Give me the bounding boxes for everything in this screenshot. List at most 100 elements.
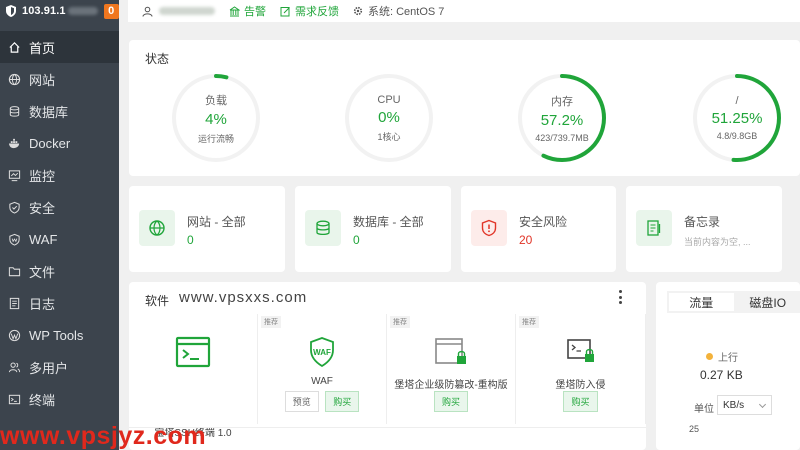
svg-text:WAF: WAF	[313, 348, 331, 357]
sidebar-item-database[interactable]: 数据库	[0, 95, 119, 127]
memo-name: 备忘录	[684, 215, 721, 229]
gauge-value: 57.2%	[540, 112, 584, 129]
sidebar-item-files[interactable]: 文件	[0, 255, 119, 287]
unit-select[interactable]: KB/s	[717, 395, 772, 415]
sidebar-item-multi-user[interactable]: 多用户	[0, 351, 119, 383]
sidebar-item-wp-tools[interactable]: WP Tools	[0, 319, 119, 351]
ip-blur	[67, 7, 98, 15]
buy-button[interactable]: 购买	[433, 391, 468, 412]
user-icon	[142, 6, 153, 17]
sidebar-item-docker[interactable]: Docker	[0, 127, 119, 159]
risk-overview-name: 安全风险	[519, 215, 568, 229]
recommend-tag: 推荐	[261, 316, 281, 328]
site-overview-count[interactable]: 0	[187, 233, 194, 247]
gauge-label: 内存	[551, 96, 573, 108]
traffic-panel: 流量 磁盘IO 上行 0.27 KB 单位 KB/s 25	[656, 282, 800, 450]
database-overview-card[interactable]: 数据库 - 全部 0	[295, 186, 451, 272]
risk-overview-count[interactable]: 20	[519, 233, 532, 247]
sidebar: 103.91.1 0 首页 网站 数据库 Docker 监控 安全 WAF 文件…	[0, 0, 119, 450]
buy-button[interactable]: 购买	[563, 391, 598, 412]
sidebar-item-logs[interactable]: 日志	[0, 287, 119, 319]
buy-button[interactable]: 购买	[325, 391, 360, 412]
recommend-tag: 推荐	[519, 316, 539, 328]
bank-icon	[229, 5, 240, 16]
log-icon	[8, 297, 21, 310]
tamper-proof-app-icon	[435, 338, 466, 364]
globe-icon	[139, 210, 175, 246]
site-overview-name: 网站 - 全部	[187, 215, 246, 229]
sidebar-item-home[interactable]: 首页	[0, 31, 119, 63]
site-overview-card[interactable]: 网站 - 全部 0	[129, 186, 285, 272]
sidebar-item-waf[interactable]: WAF	[0, 223, 119, 255]
app-intrusion-prevention[interactable]: 推荐 堡塔防入侵 购买	[516, 314, 646, 424]
database-overview-count[interactable]: 0	[353, 233, 360, 247]
app-name: WAF	[311, 376, 333, 387]
preview-button[interactable]: 预览	[284, 391, 319, 412]
database-icon	[8, 105, 21, 118]
memo-note: 当前内容为空, ...	[684, 237, 751, 247]
tab-disk-io[interactable]: 磁盘IO	[736, 291, 800, 313]
software-title: 软件	[145, 294, 170, 308]
software-watermark: www.vpsxxs.com	[179, 289, 308, 306]
sidebar-item-label: 多用户	[29, 360, 69, 376]
globe-icon	[8, 73, 21, 86]
recommend-tag: 推荐	[390, 316, 410, 328]
sidebar-item-website[interactable]: 网站	[0, 63, 119, 95]
sidebar-item-security[interactable]: 安全	[0, 191, 119, 223]
top-header: 告警 需求反馈 系统: CentOS 7	[128, 0, 800, 22]
gauge-sub: 运行流畅	[197, 133, 234, 144]
gauge-value: 0%	[378, 108, 400, 126]
sidebar-item-label: 首页	[29, 40, 56, 56]
sidebar-item-monitor[interactable]: 监控	[0, 159, 119, 191]
warning-shield-icon	[471, 210, 507, 246]
sidebar-menu: 首页 网站 数据库 Docker 监控 安全 WAF 文件 日志 WP Tool…	[0, 31, 119, 415]
memo-card[interactable]: 备忘录 当前内容为空, ...	[626, 186, 782, 272]
disk-gauge[interactable]: / 51.25% 4.8/9.8GB	[692, 73, 782, 163]
system-info: 系统: CentOS 7	[353, 3, 444, 19]
cpu-gauge[interactable]: CPU 0% 1核心	[344, 73, 434, 163]
terminal-icon	[8, 393, 21, 406]
feedback-link[interactable]: 需求反馈	[280, 3, 339, 19]
sidebar-item-label: WAF	[29, 231, 58, 247]
alert-link[interactable]: 告警	[229, 3, 266, 19]
database-overview-name: 数据库 - 全部	[353, 215, 424, 229]
terminal-app-icon	[175, 336, 211, 368]
gauge-value: 51.25%	[711, 110, 763, 127]
site-watermark: www.vpsjyz.com	[0, 422, 207, 450]
app-name: 堡塔企业级防篡改-重构版	[394, 380, 508, 391]
sidebar-item-terminal[interactable]: 终端	[0, 383, 119, 415]
more-menu-icon[interactable]	[618, 290, 622, 304]
server-info: 103.91.1 0	[0, 0, 119, 22]
gauge-sub: 1核心	[377, 131, 401, 142]
upload-dot-icon	[706, 353, 713, 360]
notification-badge[interactable]: 0	[103, 3, 119, 19]
upload-label: 上行	[718, 353, 738, 364]
unit-select-value: KB/s	[723, 399, 745, 411]
memory-gauge[interactable]: 内存 57.2% 423/739.7MB	[517, 73, 607, 163]
sidebar-item-label: 终端	[29, 392, 56, 408]
traffic-tabs: 流量 磁盘IO	[667, 291, 800, 313]
intrusion-prevention-app-icon	[566, 339, 594, 362]
tab-traffic[interactable]: 流量	[669, 293, 734, 311]
username-blur	[159, 7, 215, 15]
edit-icon	[280, 6, 290, 16]
sidebar-item-label: WP Tools	[29, 327, 84, 343]
sidebar-item-label: 文件	[29, 264, 56, 280]
app-waf[interactable]: 推荐 WAF WAF 预览 购买	[258, 314, 387, 424]
risk-overview-card[interactable]: 安全风险 20	[461, 186, 616, 272]
gauge-sub: 4.8/9.8GB	[716, 131, 758, 141]
gauge-label: 负载	[205, 94, 227, 107]
sidebar-item-label: 日志	[29, 296, 56, 312]
server-ip: 103.91.1	[22, 5, 66, 17]
app-tamper-proof[interactable]: 推荐 堡塔企业级防篡改-重构版 购买	[387, 314, 516, 424]
sidebar-item-label: 数据库	[29, 104, 69, 120]
bt-logo-icon	[6, 5, 16, 17]
app-ssh-terminal[interactable]: 宝塔SSH终端 1.0	[129, 314, 258, 439]
status-title: 状态	[145, 52, 170, 66]
database-icon	[305, 210, 341, 246]
upload-legend: 上行	[706, 349, 738, 364]
sidebar-item-label: 监控	[29, 168, 56, 184]
gauge-label: CPU	[377, 93, 401, 106]
upload-value: 0.27 KB	[700, 368, 743, 382]
load-gauge[interactable]: 负载 4% 运行流畅	[171, 73, 261, 163]
